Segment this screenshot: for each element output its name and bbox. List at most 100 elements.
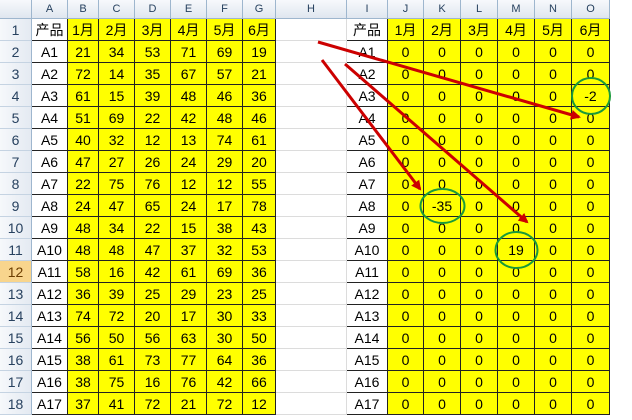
right-data-cell[interactable]: 0: [424, 107, 461, 129]
blank-cell-h[interactable]: [276, 327, 347, 349]
right-data-cell[interactable]: -35: [424, 195, 461, 217]
left-data-cell[interactable]: 38: [68, 371, 99, 393]
right-data-cell[interactable]: 0: [572, 41, 610, 63]
right-data-cell[interactable]: 0: [461, 85, 498, 107]
left-data-cell[interactable]: 37: [171, 239, 207, 261]
left-header-cell[interactable]: 2月: [99, 19, 135, 41]
left-header-cell[interactable]: 6月: [243, 19, 276, 41]
left-data-cell[interactable]: 42: [207, 371, 243, 393]
left-data-cell[interactable]: 12: [207, 173, 243, 195]
blank-cell-h[interactable]: [276, 393, 347, 415]
right-data-cell[interactable]: 0: [535, 371, 572, 393]
left-data-cell[interactable]: 77: [171, 349, 207, 371]
left-data-cell[interactable]: 25: [243, 283, 276, 305]
row-header-6[interactable]: 6: [0, 129, 32, 151]
row-header-3[interactable]: 3: [0, 63, 32, 85]
right-data-cell[interactable]: 0: [498, 217, 535, 239]
right-data-cell[interactable]: 0: [461, 41, 498, 63]
left-data-cell[interactable]: 46: [207, 85, 243, 107]
select-all-corner[interactable]: [0, 0, 32, 19]
right-data-cell[interactable]: 0: [572, 173, 610, 195]
left-data-cell[interactable]: 33: [243, 305, 276, 327]
right-data-cell[interactable]: 0: [388, 173, 424, 195]
right-data-cell[interactable]: 0: [461, 393, 498, 415]
left-data-cell[interactable]: 40: [68, 129, 99, 151]
right-data-cell[interactable]: 0: [498, 261, 535, 283]
left-data-cell[interactable]: 35: [135, 63, 171, 85]
right-data-cell[interactable]: 0: [572, 129, 610, 151]
column-header-h[interactable]: H: [276, 0, 347, 19]
column-header-m[interactable]: M: [498, 0, 535, 19]
right-data-cell[interactable]: 0: [388, 283, 424, 305]
right-data-cell[interactable]: 0: [424, 327, 461, 349]
right-data-cell[interactable]: 0: [388, 261, 424, 283]
right-data-cell[interactable]: 0: [535, 393, 572, 415]
column-header-c[interactable]: C: [99, 0, 135, 19]
left-data-cell[interactable]: 46: [243, 107, 276, 129]
left-data-cell[interactable]: 61: [171, 261, 207, 283]
right-data-cell[interactable]: A8: [347, 195, 388, 217]
right-data-cell[interactable]: 0: [572, 327, 610, 349]
right-data-cell[interactable]: 0: [461, 239, 498, 261]
right-data-cell[interactable]: 0: [535, 327, 572, 349]
right-data-cell[interactable]: A10: [347, 239, 388, 261]
right-data-cell[interactable]: A9: [347, 217, 388, 239]
right-data-cell[interactable]: 0: [535, 129, 572, 151]
right-data-cell[interactable]: A16: [347, 371, 388, 393]
right-data-cell[interactable]: 0: [572, 305, 610, 327]
right-data-cell[interactable]: 0: [424, 173, 461, 195]
left-data-cell[interactable]: 34: [99, 41, 135, 63]
right-data-cell[interactable]: A3: [347, 85, 388, 107]
left-data-cell[interactable]: 30: [207, 327, 243, 349]
right-data-cell[interactable]: 0: [535, 283, 572, 305]
right-data-cell[interactable]: 0: [388, 107, 424, 129]
right-data-cell[interactable]: 0: [388, 239, 424, 261]
right-header-cell[interactable]: 2月: [424, 19, 461, 41]
left-data-cell[interactable]: A7: [32, 173, 68, 195]
left-data-cell[interactable]: 37: [68, 393, 99, 415]
right-data-cell[interactable]: 0: [388, 393, 424, 415]
right-data-cell[interactable]: 0: [388, 151, 424, 173]
left-data-cell[interactable]: 61: [68, 85, 99, 107]
left-data-cell[interactable]: 23: [207, 283, 243, 305]
row-header-5[interactable]: 5: [0, 107, 32, 129]
right-data-cell[interactable]: 0: [572, 217, 610, 239]
right-data-cell[interactable]: 0: [572, 283, 610, 305]
blank-cell-h[interactable]: [276, 349, 347, 371]
blank-cell-h[interactable]: [276, 305, 347, 327]
right-data-cell[interactable]: 0: [424, 85, 461, 107]
left-data-cell[interactable]: 76: [171, 371, 207, 393]
right-header-cell[interactable]: 3月: [461, 19, 498, 41]
row-header-16[interactable]: 16: [0, 349, 32, 371]
right-data-cell[interactable]: 0: [498, 371, 535, 393]
right-data-cell[interactable]: A2: [347, 63, 388, 85]
column-header-e[interactable]: E: [171, 0, 207, 19]
left-data-cell[interactable]: 42: [171, 107, 207, 129]
left-header-cell[interactable]: 产品: [32, 19, 68, 41]
blank-cell-h[interactable]: [276, 239, 347, 261]
left-data-cell[interactable]: 24: [171, 195, 207, 217]
left-data-cell[interactable]: 72: [135, 393, 171, 415]
left-data-cell[interactable]: A4: [32, 107, 68, 129]
blank-cell-h[interactable]: [276, 217, 347, 239]
left-data-cell[interactable]: 21: [68, 41, 99, 63]
right-data-cell[interactable]: 0: [535, 261, 572, 283]
right-header-cell[interactable]: 产品: [347, 19, 388, 41]
left-data-cell[interactable]: 69: [99, 107, 135, 129]
right-data-cell[interactable]: 0: [461, 107, 498, 129]
left-data-cell[interactable]: A5: [32, 129, 68, 151]
right-data-cell[interactable]: 0: [424, 305, 461, 327]
right-data-cell[interactable]: 0: [388, 371, 424, 393]
right-data-cell[interactable]: 0: [535, 349, 572, 371]
left-data-cell[interactable]: 73: [135, 349, 171, 371]
row-header-14[interactable]: 14: [0, 305, 32, 327]
column-header-k[interactable]: K: [424, 0, 461, 19]
left-data-cell[interactable]: 50: [99, 327, 135, 349]
left-data-cell[interactable]: 42: [135, 261, 171, 283]
right-data-cell[interactable]: 0: [498, 327, 535, 349]
right-data-cell[interactable]: 0: [388, 63, 424, 85]
left-data-cell[interactable]: A2: [32, 63, 68, 85]
right-data-cell[interactable]: 0: [535, 85, 572, 107]
right-data-cell[interactable]: 0: [424, 349, 461, 371]
left-data-cell[interactable]: 17: [207, 195, 243, 217]
